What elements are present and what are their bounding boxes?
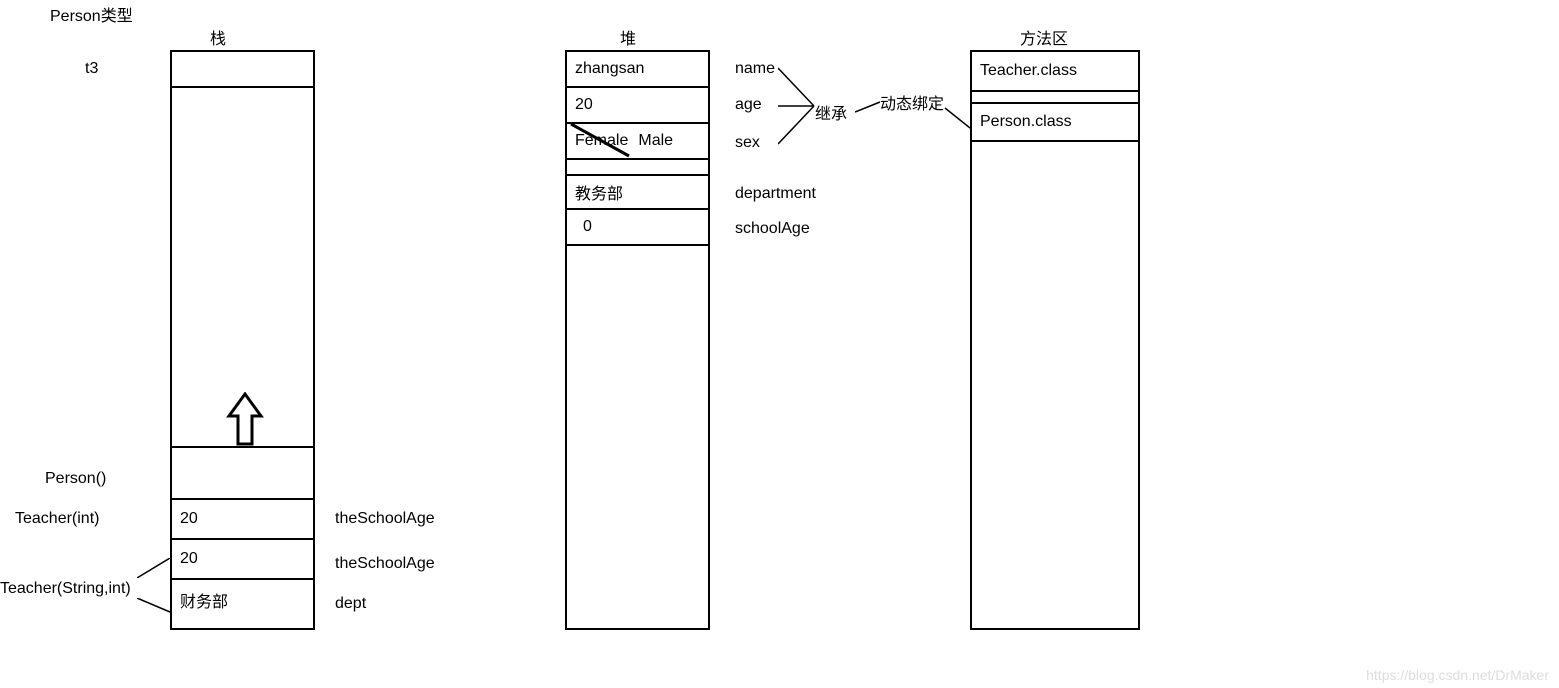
heap-gap-1 — [567, 160, 708, 174]
heap-schoolage-label: schoolAge — [735, 220, 810, 238]
sex-new-value: Male — [638, 132, 673, 150]
heap-cell-name: zhangsan — [567, 52, 708, 88]
dynamic-binding-connector — [855, 100, 970, 132]
heap-cell-age: 20 — [567, 88, 708, 124]
heap-cell-sex: Female Male — [567, 124, 708, 160]
heap-column: zhangsan 20 Female Male 教务部 0 — [565, 50, 710, 630]
up-arrow-icon — [225, 392, 265, 452]
stack-cell-schoolage-2: 20 — [172, 540, 313, 580]
heap-age-label: age — [735, 96, 762, 114]
inherit-connector — [778, 62, 818, 152]
method-area-column: Teacher.class Person.class — [970, 50, 1140, 630]
teacher-string-int-label: Teacher(String,int) — [0, 580, 131, 598]
method-area-person-class: Person.class — [972, 102, 1138, 142]
heap-department-label: department — [735, 185, 816, 203]
stack-cell-t3 — [172, 52, 313, 88]
teacher-int-label: Teacher(int) — [15, 510, 99, 528]
person-type-label: Person类型 — [50, 2, 133, 26]
schoolage1-label: theSchoolAge — [335, 510, 435, 528]
person-ctor-label: Person() — [45, 470, 106, 488]
stack-title: 栈 — [210, 25, 226, 49]
stack-cell-person — [172, 446, 313, 500]
stack-column: 20 20 财务部 — [170, 50, 315, 630]
t3-label: t3 — [85, 60, 98, 78]
teacher-string-int-connector-2 — [137, 598, 170, 616]
inherit-label: 继承 — [815, 100, 847, 124]
heap-title: 堆 — [620, 25, 636, 49]
schoolage2-label: theSchoolAge — [335, 555, 435, 573]
heap-sex-label: sex — [735, 134, 760, 152]
teacher-string-int-connector-1 — [137, 558, 170, 578]
heap-cell-department: 教务部 — [567, 174, 708, 210]
method-area-title: 方法区 — [1020, 25, 1068, 49]
heap-name-label: name — [735, 60, 775, 78]
stack-cell-dept: 财务部 — [172, 580, 313, 620]
method-area-teacher-class: Teacher.class — [972, 52, 1138, 92]
method-area-gap — [972, 92, 1138, 102]
strikethrough-icon — [569, 120, 639, 160]
watermark: https://blog.csdn.net/DrMaker — [1366, 667, 1549, 683]
stack-cell-schoolage-1: 20 — [172, 500, 313, 540]
dept-label: dept — [335, 595, 366, 613]
heap-cell-schoolage: 0 — [567, 210, 708, 246]
